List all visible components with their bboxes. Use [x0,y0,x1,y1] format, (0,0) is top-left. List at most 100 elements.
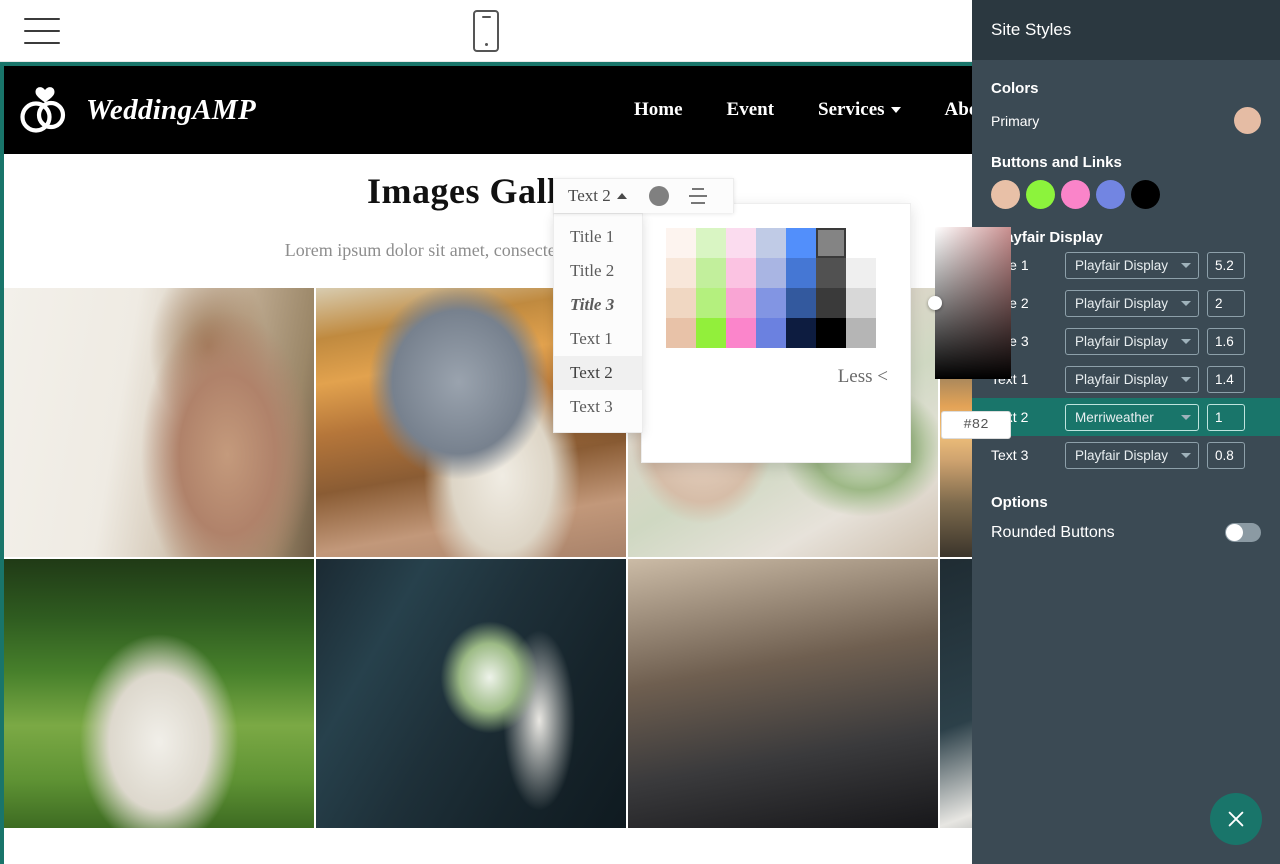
primary-color-label: Primary [991,112,1040,129]
gallery-image[interactable] [940,559,972,828]
color-swatch[interactable] [666,228,696,258]
phone-speaker [481,15,491,18]
font-family-select[interactable]: Merriweather [1065,403,1199,431]
color-swatch[interactable] [666,288,696,318]
close-icon [1228,811,1244,827]
color-swatch[interactable] [726,288,756,318]
font-size-input[interactable]: 0.8 [1207,441,1245,469]
gradient-handle[interactable] [928,296,942,310]
primary-color-swatch[interactable] [1234,107,1261,134]
color-swatch[interactable] [696,228,726,258]
font-settings-list: Title 1Playfair Display5.2Title 2Playfai… [972,246,1280,474]
color-swatch[interactable] [726,318,756,348]
text-style-dropdown-trigger[interactable]: Text 2 [554,179,641,213]
saturation-value-area[interactable] [935,227,1011,379]
chevron-down-icon [1181,376,1191,382]
color-swatch[interactable] [816,258,846,288]
text-style-current: Text 2 [568,186,611,205]
color-swatch[interactable] [696,258,726,288]
style-option-text-2[interactable]: Text 2 [554,356,642,390]
font-size-input[interactable]: 5.2 [1207,251,1245,279]
font-family-value: Playfair Display [1075,447,1169,463]
font-family-select[interactable]: Playfair Display [1065,441,1199,469]
style-option-title-1[interactable]: Title 1 [554,220,642,254]
close-panel-button[interactable] [1210,793,1262,845]
site-brand[interactable]: WeddingAMP [18,84,256,136]
color-swatch[interactable] [756,288,786,318]
font-family-value: Playfair Display [1075,333,1169,349]
color-swatch[interactable] [696,318,726,348]
color-swatch[interactable] [786,288,816,318]
buttons-links-heading: Buttons and Links [991,154,1122,171]
style-option-text-3[interactable]: Text 3 [554,390,642,424]
rounded-buttons-label: Rounded Buttons [991,523,1115,541]
color-swatch[interactable] [846,258,876,288]
button-color-swatch[interactable] [1061,180,1090,209]
colors-heading: Colors [991,80,1039,97]
color-swatch[interactable] [786,228,816,258]
editor-topbar [0,0,972,62]
gallery-image[interactable] [316,559,626,828]
nav-item-services[interactable]: Services [818,99,901,121]
font-family-value: Playfair Display [1075,257,1169,273]
align-center-icon[interactable] [687,188,709,204]
color-swatch[interactable] [846,318,876,348]
button-color-swatches [991,180,1261,209]
button-color-swatch[interactable] [991,180,1020,209]
gallery-image[interactable] [4,288,314,557]
color-swatch[interactable] [696,288,726,318]
less-toggle-link[interactable]: Less < [838,366,888,388]
font-size-input[interactable]: 1.4 [1207,365,1245,393]
mobile-preview-icon[interactable] [473,9,499,52]
nav-item-event[interactable]: Event [727,99,775,121]
color-swatch[interactable] [846,228,876,258]
font-family-select[interactable]: Playfair Display [1065,365,1199,393]
color-swatch[interactable] [786,258,816,288]
phone-home-button [484,42,488,46]
hamburger-menu-icon[interactable] [24,17,60,44]
wedding-rings-heart-logo-icon [18,84,72,136]
site-preview-canvas: WeddingAMP Home Event Services About us … [0,66,972,864]
font-family-select[interactable]: Playfair Display [1065,327,1199,355]
color-swatch[interactable] [726,258,756,288]
font-size-input[interactable]: 1.6 [1207,327,1245,355]
font-setting-row: Title 1Playfair Display5.2 [972,246,1280,284]
color-swatch[interactable] [756,318,786,348]
site-styles-panel: Site Styles Colors Primary Buttons and L… [972,0,1280,864]
color-swatch[interactable] [816,228,846,258]
color-swatch[interactable] [756,258,786,288]
panel-title: Site Styles [972,0,1280,60]
style-option-title-3[interactable]: Title 3 [554,288,642,322]
button-color-swatch[interactable] [1131,180,1160,209]
color-swatch[interactable] [666,258,696,288]
gallery-image[interactable] [628,559,938,828]
color-swatch[interactable] [666,318,696,348]
style-option-title-2[interactable]: Title 2 [554,254,642,288]
style-option-text-1[interactable]: Text 1 [554,322,642,356]
hamburger-line [24,17,60,20]
color-swatch[interactable] [726,228,756,258]
font-setting-row: Title 2Playfair Display2 [972,284,1280,322]
font-family-select[interactable]: Playfair Display [1065,251,1199,279]
button-color-swatch[interactable] [1096,180,1125,209]
hex-color-input[interactable]: #82 [941,411,1011,439]
color-gradient-picker[interactable] [928,227,1011,379]
gallery-image[interactable] [4,559,314,828]
text-color-swatch-button[interactable] [648,186,669,206]
nav-item-about-us[interactable]: About us [945,99,972,121]
font-family-select[interactable]: Playfair Display [1065,289,1199,317]
color-swatch[interactable] [816,288,846,318]
chevron-down-icon [890,107,901,113]
color-swatch[interactable] [846,288,876,318]
color-swatch[interactable] [816,318,846,348]
brand-name: WeddingAMP [86,93,257,126]
nav-item-home[interactable]: Home [634,99,683,121]
color-swatch[interactable] [786,318,816,348]
preview-footer-space [4,828,972,864]
color-swatch[interactable] [756,228,786,258]
font-setting-row: Title 3Playfair Display1.6 [972,322,1280,360]
font-size-input[interactable]: 2 [1207,289,1245,317]
rounded-buttons-toggle[interactable] [1225,523,1261,542]
button-color-swatch[interactable] [1026,180,1055,209]
font-size-input[interactable]: 1 [1207,403,1245,431]
